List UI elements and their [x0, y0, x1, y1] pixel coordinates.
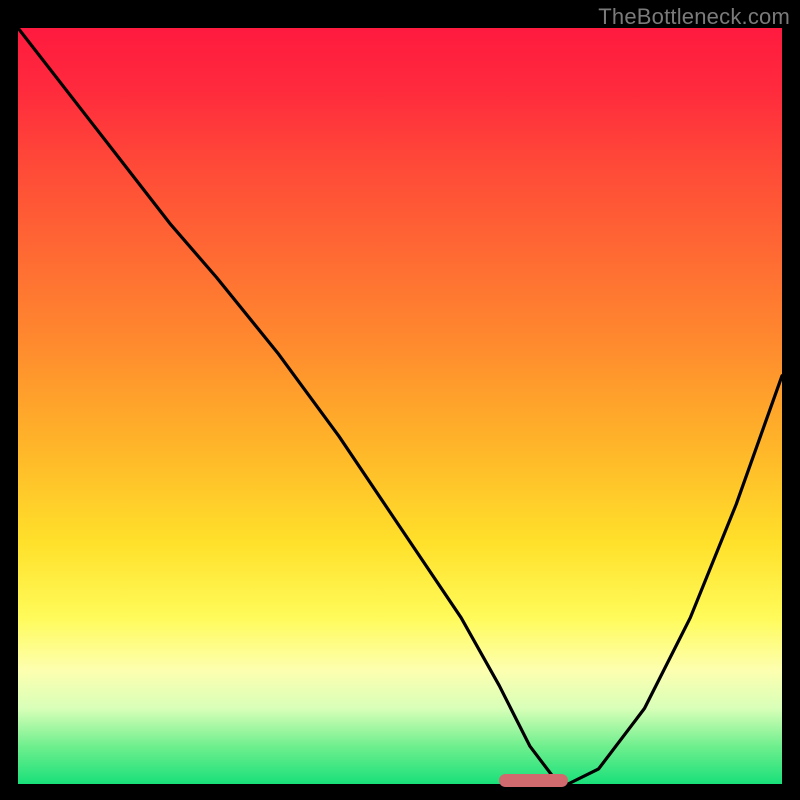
chart-line-svg: [18, 28, 782, 784]
optimal-range-marker: [499, 774, 568, 787]
bottleneck-curve: [18, 28, 782, 784]
watermark-text: TheBottleneck.com: [598, 4, 790, 30]
chart-frame: [18, 28, 782, 784]
